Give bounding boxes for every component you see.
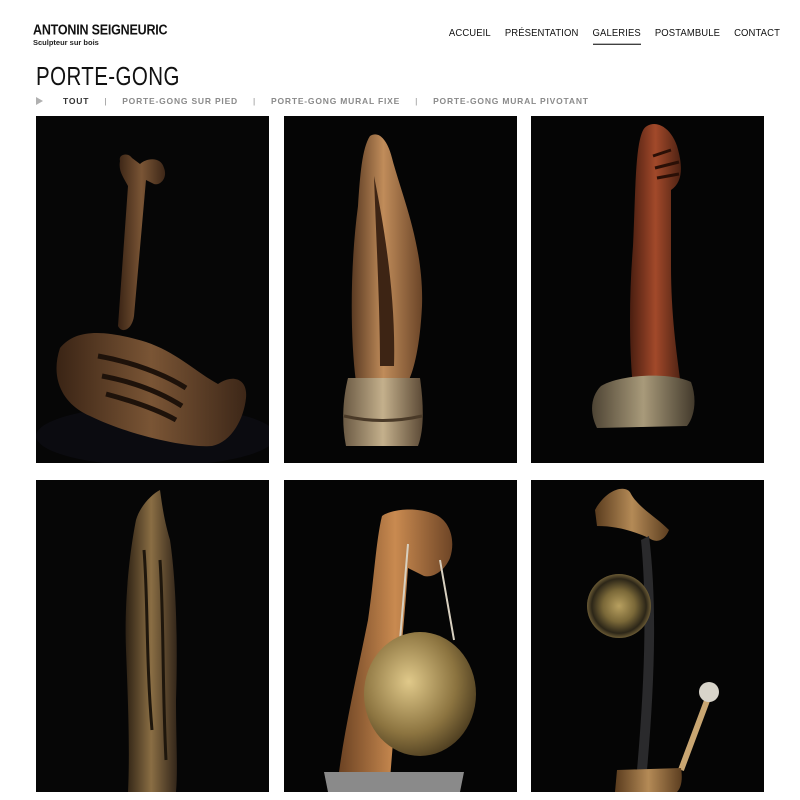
- filter-separator: |: [253, 96, 257, 106]
- gallery-filter-bar: TOUT | PORTE-GONG SUR PIED | PORTE-GONG …: [36, 96, 589, 106]
- filter-mural-pivotant[interactable]: PORTE-GONG MURAL PIVOTANT: [433, 96, 589, 106]
- gallery-item[interactable]: [531, 480, 764, 792]
- sculpture-image: [531, 116, 764, 463]
- filter-mural-fixe[interactable]: PORTE-GONG MURAL FIXE: [271, 96, 400, 106]
- sculpture-image: [284, 480, 517, 792]
- sculpture-image: [531, 480, 764, 792]
- gallery-item[interactable]: [531, 116, 764, 463]
- gallery-item[interactable]: [36, 116, 269, 463]
- gallery-item[interactable]: [284, 480, 517, 792]
- main-nav: ACCUEIL PRÉSENTATION GALERIES POSTAMBULE…: [449, 27, 780, 45]
- gallery-item[interactable]: [36, 480, 269, 792]
- filter-separator: |: [104, 96, 108, 106]
- sculpture-image: [36, 116, 269, 463]
- play-arrow-icon: [36, 97, 43, 105]
- gallery-item[interactable]: [284, 116, 517, 463]
- nav-item-accueil[interactable]: ACCUEIL: [449, 27, 491, 45]
- nav-item-contact[interactable]: CONTACT: [734, 27, 780, 45]
- filter-all[interactable]: TOUT: [63, 96, 89, 106]
- filter-separator: |: [415, 96, 419, 106]
- nav-item-postambule[interactable]: POSTAMBULE: [655, 27, 720, 45]
- sculpture-image: [36, 480, 269, 792]
- nav-item-presentation[interactable]: PRÉSENTATION: [505, 27, 579, 45]
- brand-name: ANTONIN SEIGNEURIC: [33, 22, 168, 39]
- filter-sur-pied[interactable]: PORTE-GONG SUR PIED: [122, 96, 238, 106]
- page-title: PORTE-GONG: [36, 62, 180, 92]
- sculpture-image: [284, 116, 517, 463]
- nav-item-galeries[interactable]: GALERIES: [592, 27, 641, 45]
- brand-subtitle: Sculpteur sur bois: [33, 38, 99, 47]
- brand-logo[interactable]: ANTONIN SEIGNEURIC Sculpteur sur bois: [33, 22, 168, 47]
